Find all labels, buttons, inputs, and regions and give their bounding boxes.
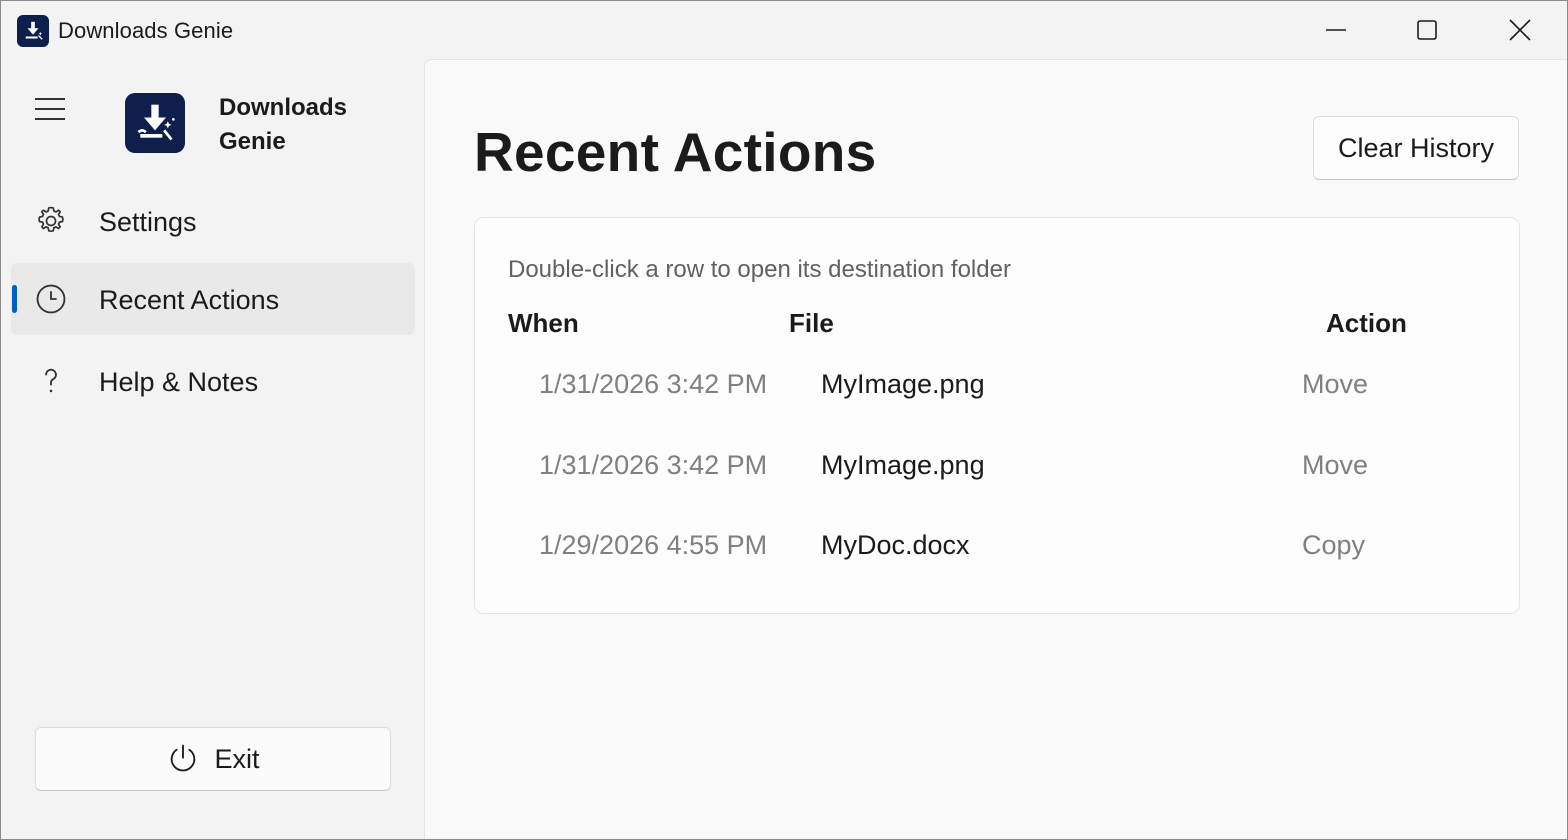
- cell-file: MyDoc.docx: [821, 530, 970, 560]
- selection-indicator: [12, 285, 17, 313]
- sidebar-item-settings[interactable]: Settings: [11, 185, 415, 257]
- hamburger-menu-icon[interactable]: [29, 89, 73, 129]
- clock-icon: [33, 281, 69, 317]
- minimize-icon: [1326, 29, 1346, 31]
- exit-label: Exit: [214, 743, 260, 774]
- table-hint: Double-click a row to open its destinati…: [508, 256, 1011, 283]
- maximize-icon: [1417, 20, 1437, 40]
- minimize-button[interactable]: [1290, 1, 1382, 59]
- page-title: Recent Actions: [474, 121, 877, 183]
- sidebar: DownloadsGenie Settings Recent Actions: [1, 59, 424, 839]
- app-name: Downloads Genie: [219, 94, 348, 155]
- sidebar-item-label: Recent Actions: [99, 285, 280, 315]
- title-bar[interactable]: Downloads Genie: [1, 1, 1567, 59]
- recent-actions-table: Double-click a row to open its destinati…: [474, 217, 1520, 614]
- table-row[interactable]: 1/29/2026 4:55 PM MyDoc.docx Copy: [508, 524, 1498, 604]
- exit-button[interactable]: Exit: [35, 727, 391, 791]
- sidebar-item-label: Help & Notes: [99, 367, 259, 397]
- column-header-action[interactable]: Action: [1326, 308, 1407, 339]
- cell-action: Move: [1302, 369, 1369, 399]
- app-icon: [17, 15, 49, 47]
- gear-icon: [33, 203, 69, 239]
- question-icon: [33, 363, 69, 399]
- table-row[interactable]: 1/31/2026 3:42 PM MyImage.png Move: [508, 363, 1498, 443]
- sidebar-item-help-notes[interactable]: Help & Notes: [11, 345, 415, 417]
- app-logo: [125, 93, 185, 153]
- table-row[interactable]: 1/31/2026 3:42 PM MyImage.png Move: [508, 444, 1498, 524]
- clear-history-button[interactable]: Clear History: [1313, 116, 1519, 180]
- main-content: Recent Actions Clear History Double-clic…: [424, 59, 1567, 839]
- column-header-when[interactable]: When: [508, 308, 579, 339]
- window-title: Downloads Genie: [58, 18, 234, 43]
- cell-when: 1/29/2026 4:55 PM: [539, 530, 768, 560]
- power-icon: [171, 744, 196, 772]
- cell-when: 1/31/2026 3:42 PM: [539, 450, 768, 480]
- cell-action: Move: [1302, 450, 1369, 480]
- sidebar-item-recent-actions[interactable]: Recent Actions: [11, 263, 415, 335]
- cell-action: Copy: [1302, 530, 1366, 560]
- app-window: Downloads Genie Downloads Genie Settings…: [0, 0, 1568, 840]
- column-header-file[interactable]: File: [789, 308, 834, 339]
- cell-when: 1/31/2026 3:42 PM: [539, 369, 768, 399]
- cell-file: MyImage.png: [821, 369, 985, 399]
- sidebar-item-label: Settings: [99, 207, 197, 237]
- close-button[interactable]: [1474, 1, 1566, 59]
- cell-file: MyImage.png: [821, 450, 985, 480]
- close-icon: [1509, 19, 1531, 41]
- maximize-button[interactable]: [1381, 1, 1473, 59]
